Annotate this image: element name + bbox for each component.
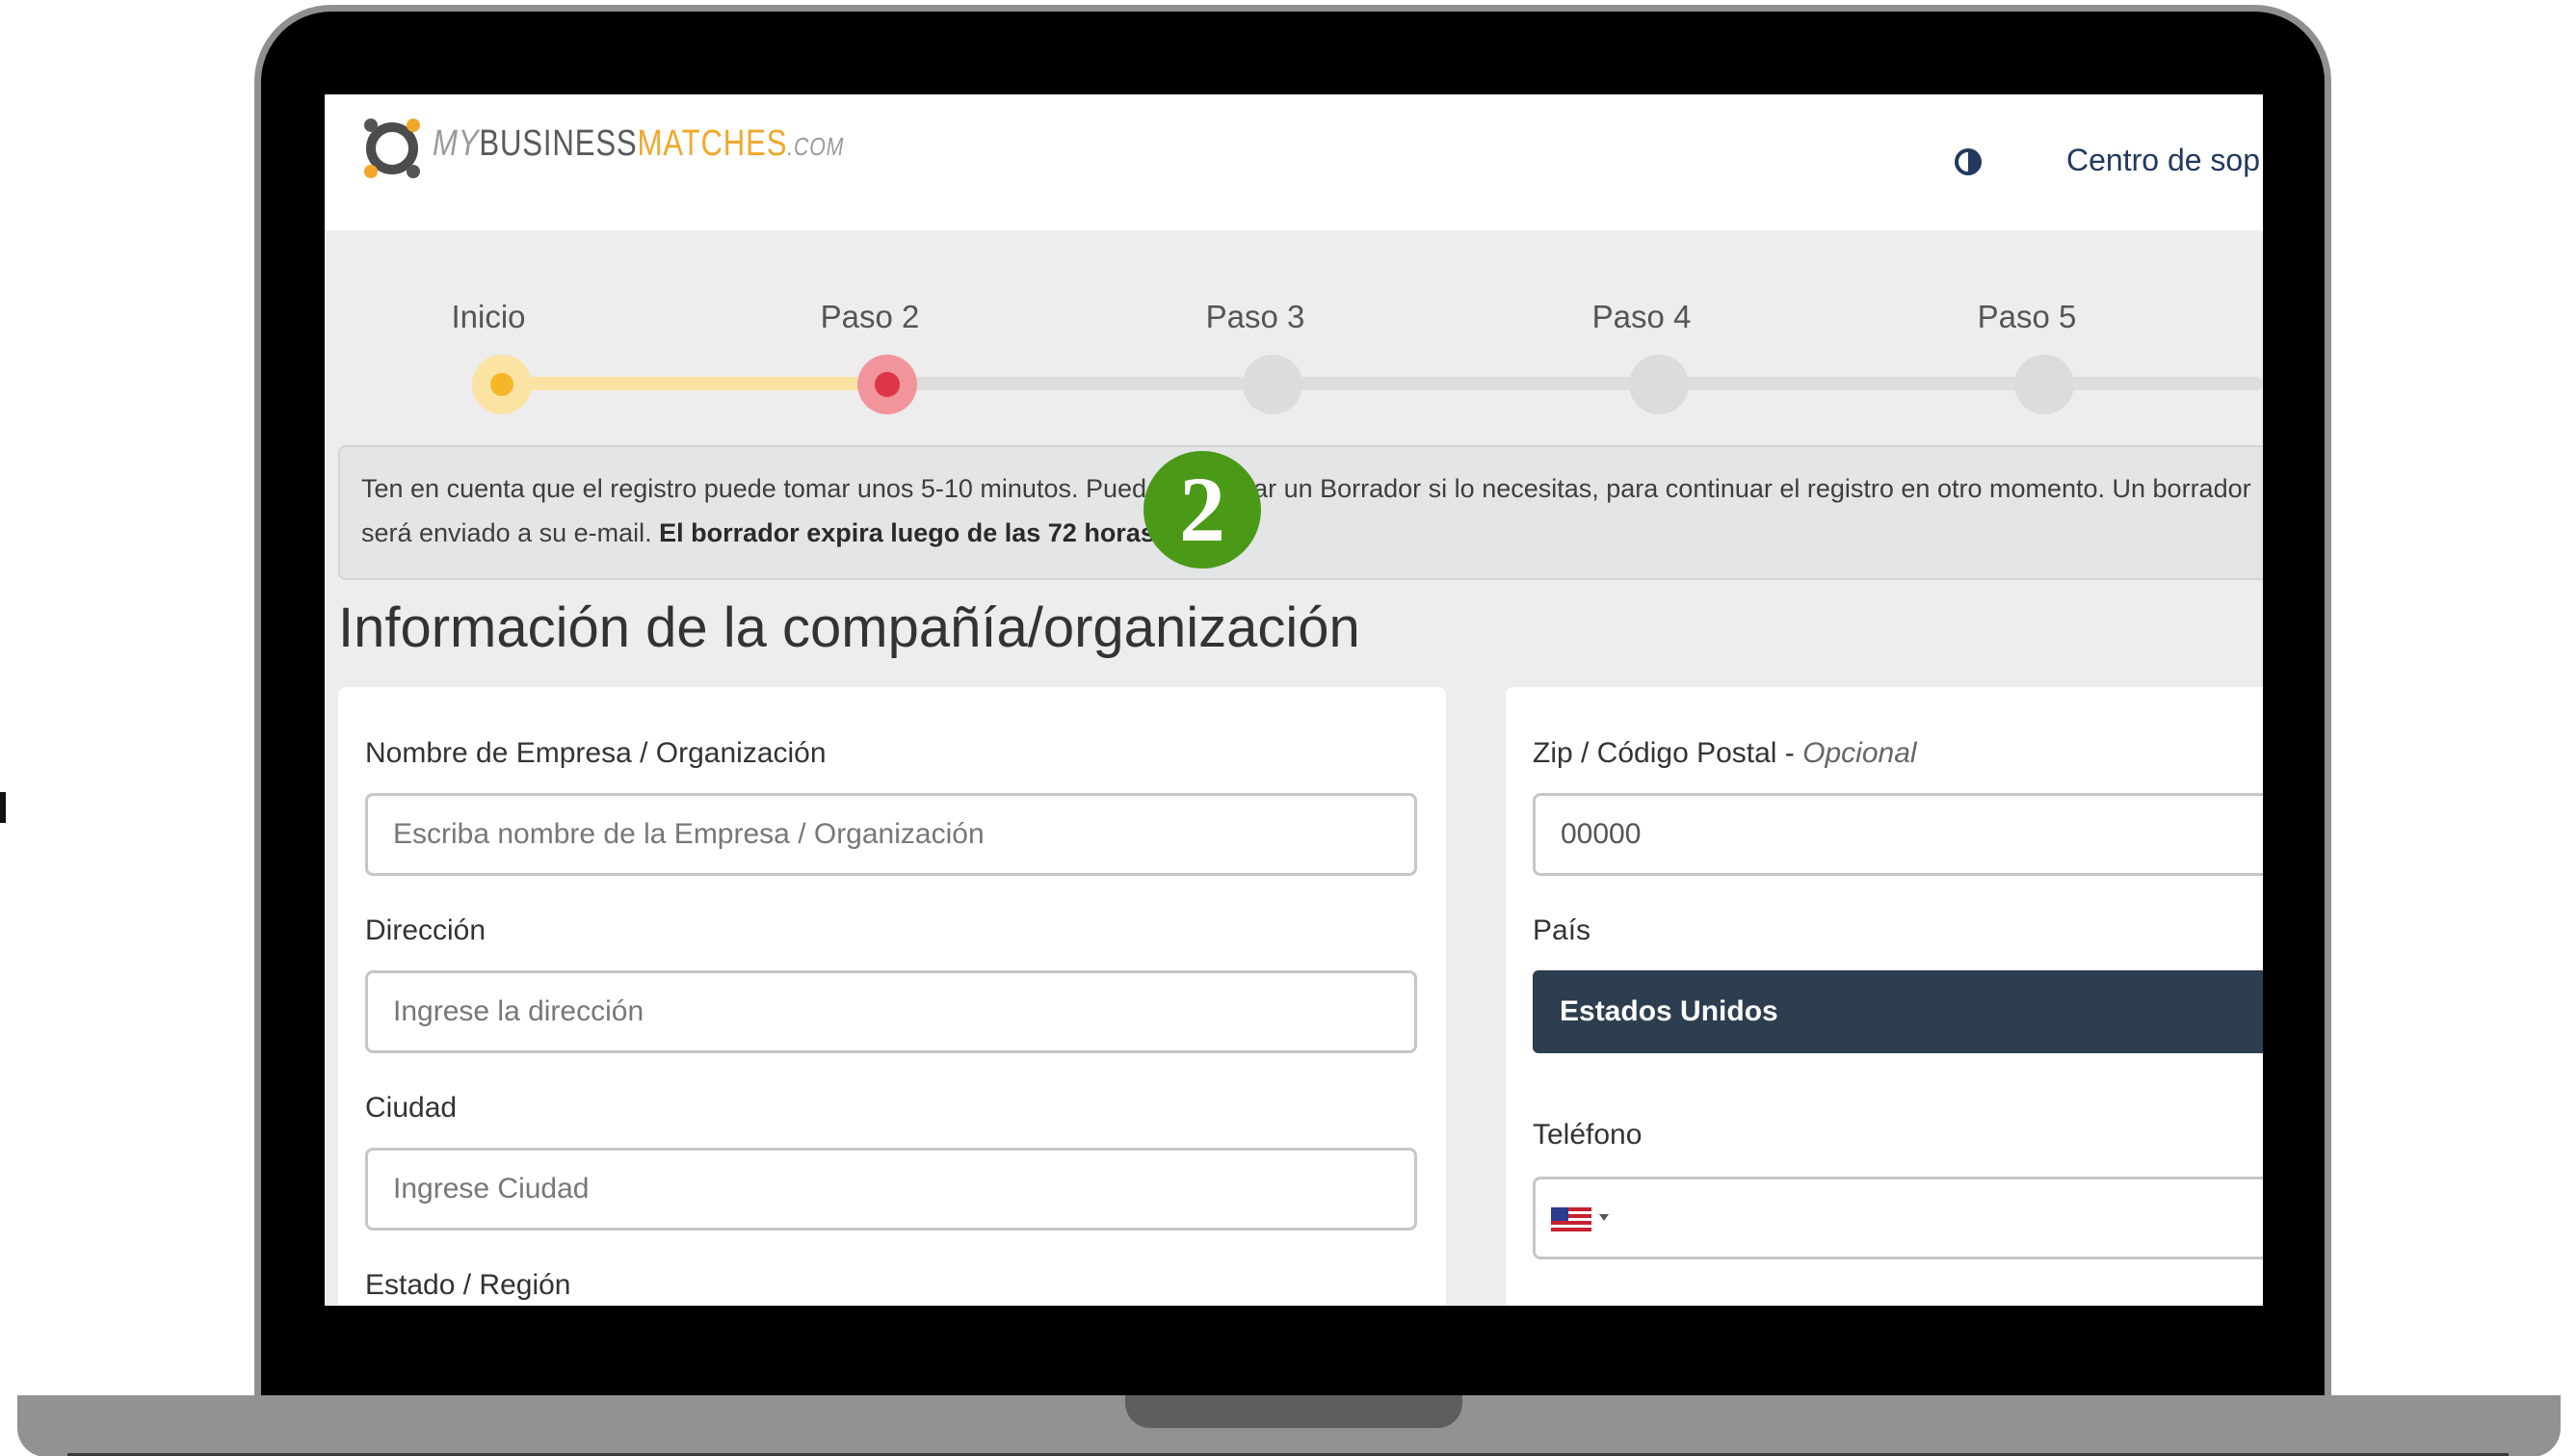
company-name-label: Nombre de Empresa / Organización	[365, 737, 827, 769]
city-label: Ciudad	[365, 1092, 458, 1124]
logo-my: MY	[433, 123, 480, 164]
laptop-mockup: MYBUSINESSMATCHES.COM Centro de sop Inic…	[0, 0, 2576, 1456]
state-label: Estado / Región	[365, 1269, 571, 1301]
stepper-progress	[501, 377, 886, 390]
step-dot-inicio	[472, 355, 532, 414]
zip-label-text: Zip / Código Postal	[1533, 737, 1777, 769]
phone-label: Teléfono	[1533, 1119, 1643, 1151]
page-title: Información de la compañía/organización	[338, 596, 1360, 659]
step-label-paso-5: Paso 5	[1977, 299, 2077, 334]
top-navbar: MYBUSINESSMATCHES.COM Centro de sop	[325, 94, 2263, 230]
logo-business: BUSINESS	[479, 123, 638, 164]
step-label-paso-2: Paso 2	[820, 299, 920, 334]
step-dot-paso-3	[1243, 355, 1302, 414]
step-dot-paso-2	[857, 355, 917, 414]
contact-info-card: Zip / Código Postal - Opcional País Esta…	[1506, 687, 2263, 1306]
country-label: País	[1533, 914, 1591, 946]
phone-input[interactable]	[1533, 1177, 2263, 1259]
support-center-link[interactable]: Centro de sop	[2066, 143, 2260, 178]
address-input[interactable]	[365, 970, 1417, 1053]
step-dot-paso-4	[1629, 355, 1689, 414]
logo-matches: MATCHES	[637, 123, 788, 164]
chevron-down-icon[interactable]	[1599, 1214, 1609, 1221]
address-label: Dirección	[365, 914, 486, 946]
logo-icon[interactable]	[352, 108, 438, 185]
step-label-inicio: Inicio	[451, 299, 526, 334]
edge-mark	[0, 792, 6, 823]
zip-optional-text: Opcional	[1802, 737, 1917, 769]
laptop-notch	[1125, 1395, 1462, 1428]
step-number-badge: 2	[1143, 451, 1261, 569]
us-flag-icon[interactable]	[1551, 1207, 1591, 1232]
company-info-card: Nombre de Empresa / Organización Direcci…	[338, 687, 1446, 1306]
city-input[interactable]	[365, 1148, 1417, 1231]
step-label-paso-4: Paso 4	[1591, 299, 1692, 334]
country-select[interactable]: Estados Unidos	[1533, 970, 2263, 1053]
step-dot-paso-5	[2014, 355, 2074, 414]
notice-text: Ten en cuenta que el registro puede toma…	[361, 474, 2251, 547]
draft-notice: Ten en cuenta que el registro puede toma…	[338, 445, 2263, 580]
zip-input[interactable]	[1533, 793, 2263, 876]
step-label-paso-3: Paso 3	[1205, 299, 1305, 334]
company-name-input[interactable]	[365, 793, 1417, 876]
logo-com: .COM	[787, 132, 845, 161]
notice-bold-text: El borrador expira luego de las 72 horas…	[659, 518, 1163, 547]
contrast-icon[interactable]	[1955, 148, 1982, 175]
zip-label: Zip / Código Postal - Opcional	[1533, 737, 1917, 769]
laptop-screen: MYBUSINESSMATCHES.COM Centro de sop Inic…	[325, 94, 2263, 1306]
logo-wordmark[interactable]: MYBUSINESSMATCHES.COM	[433, 123, 844, 165]
